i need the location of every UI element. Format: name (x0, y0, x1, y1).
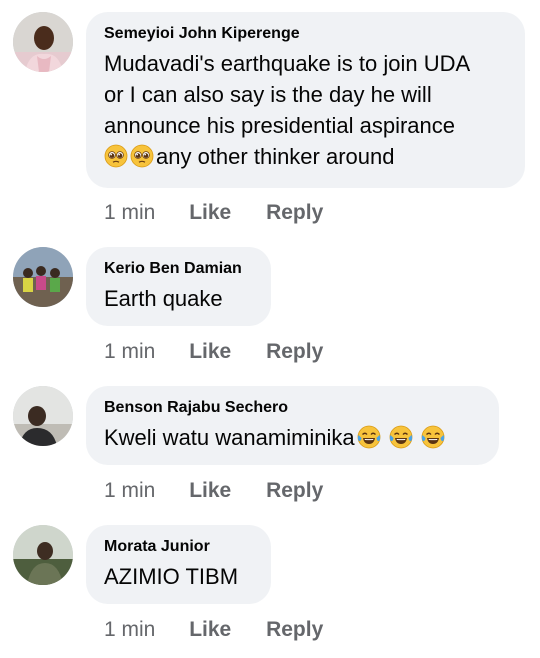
comment-timestamp[interactable]: 1 min (104, 617, 155, 643)
avatar[interactable] (13, 12, 73, 72)
comment-text-line: any other thinker around (104, 141, 505, 172)
comment-text: Mudavadi's earthquake is to join UDA or … (104, 48, 505, 172)
like-button[interactable]: Like (189, 478, 231, 504)
comment-author[interactable]: Benson Rajabu Sechero (104, 398, 479, 418)
comment-text-body: Kweli watu wanamiminika (104, 425, 355, 450)
comment-bubble: Morata Junior AZIMIO TIBM (86, 525, 271, 604)
comment-text: Earth quake (104, 286, 223, 311)
comment-actions: 1 min Like Reply (104, 617, 323, 643)
comment-text-tail: any other thinker around (156, 144, 395, 169)
comment-actions: 1 min Like Reply (104, 478, 323, 504)
reply-button[interactable]: Reply (266, 478, 323, 504)
comment-bubble: Benson Rajabu Sechero Kweli watu wanamim… (86, 386, 499, 465)
avatar[interactable] (13, 525, 73, 585)
comment-text-line: or I can also say is the day he will (104, 82, 432, 107)
avatar[interactable] (13, 247, 73, 307)
pleading-face-icon (104, 144, 128, 168)
comment-bubble: Semeyioi John Kiperenge Mudavadi's earth… (86, 12, 525, 188)
like-button[interactable]: Like (189, 200, 231, 226)
like-button[interactable]: Like (189, 617, 231, 643)
comment-actions: 1 min Like Reply (104, 339, 323, 365)
comment-author[interactable]: Morata Junior (104, 537, 251, 557)
like-button[interactable]: Like (189, 339, 231, 365)
reply-button[interactable]: Reply (266, 339, 323, 365)
tears-of-joy-icon (389, 425, 413, 449)
tears-of-joy-icon (421, 425, 445, 449)
comment-text: Kweli watu wanamiminika (104, 422, 479, 453)
tears-of-joy-icon (357, 425, 381, 449)
comment-timestamp[interactable]: 1 min (104, 200, 155, 226)
comment-author[interactable]: Semeyioi John Kiperenge (104, 24, 505, 44)
reply-button[interactable]: Reply (266, 617, 323, 643)
avatar[interactable] (13, 386, 73, 446)
comment-timestamp[interactable]: 1 min (104, 339, 155, 365)
comment-text-line: Mudavadi's earthquake is to join UDA (104, 51, 471, 76)
pleading-face-icon (130, 144, 154, 168)
comment-bubble: Kerio Ben Damian Earth quake (86, 247, 271, 326)
comment-text-line: announce his presidential aspirance (104, 113, 456, 138)
reply-button[interactable]: Reply (266, 200, 323, 226)
comment-thread: Semeyioi John Kiperenge Mudavadi's earth… (0, 0, 540, 658)
comment-actions: 1 min Like Reply (104, 200, 323, 226)
comment-text: AZIMIO TIBM (104, 564, 239, 589)
comment-timestamp[interactable]: 1 min (104, 478, 155, 504)
comment-author[interactable]: Kerio Ben Damian (104, 259, 251, 279)
